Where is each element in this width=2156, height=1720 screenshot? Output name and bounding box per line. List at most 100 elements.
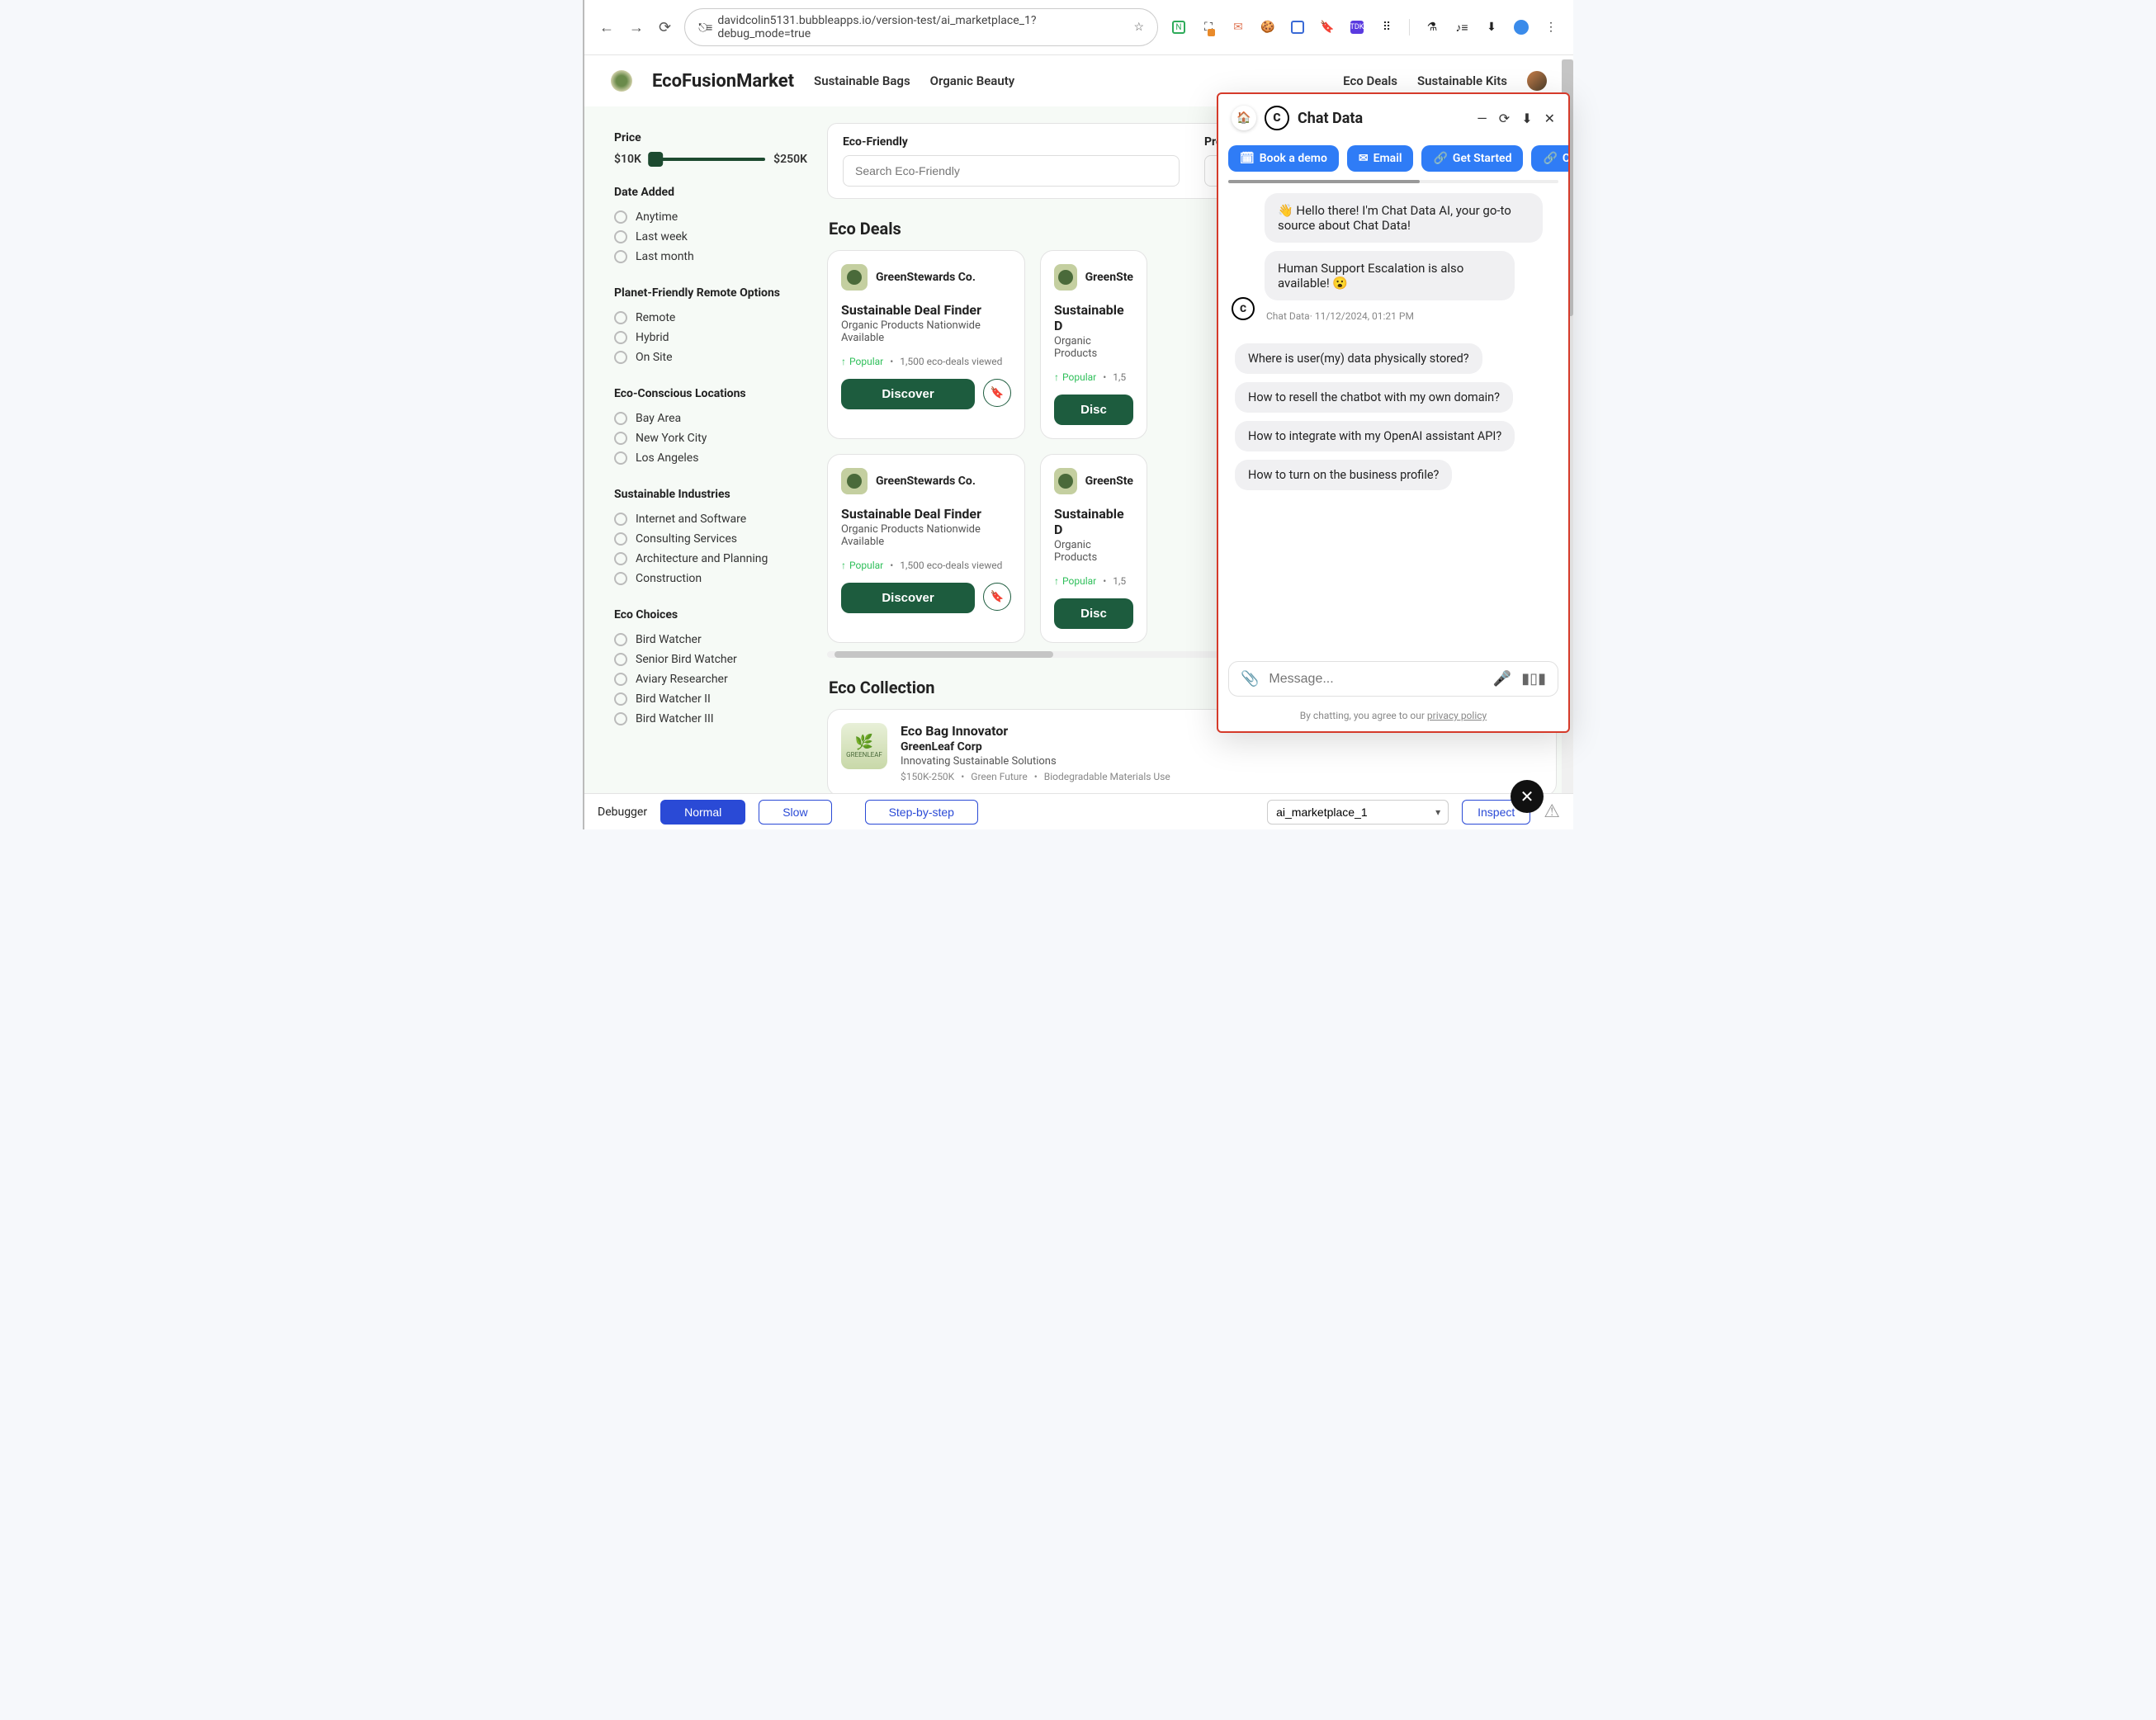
loc-radio[interactable]: New York City bbox=[614, 428, 807, 448]
bot-message: 👋 Hello there! I'm Chat Data AI, your go… bbox=[1265, 193, 1543, 243]
ext-icon-2[interactable]: ⛶ bbox=[1201, 20, 1216, 35]
suggestion-button[interactable]: Where is user(my) data physically stored… bbox=[1235, 343, 1482, 374]
choice-radio[interactable]: Bird Watcher II bbox=[614, 689, 807, 709]
price-slider[interactable] bbox=[650, 158, 765, 161]
nav-eco-deals[interactable]: Eco Deals bbox=[1343, 73, 1397, 88]
nav-organic-beauty[interactable]: Organic Beauty bbox=[930, 73, 1015, 88]
debugger-bar: Debugger Normal Slow Step-by-step ai_mar… bbox=[584, 793, 1573, 829]
discover-button[interactable]: Disc bbox=[1054, 598, 1133, 629]
nav-sustainable-kits[interactable]: Sustainable Kits bbox=[1417, 73, 1507, 88]
date-radio[interactable]: Anytime bbox=[614, 207, 807, 227]
warning-icon[interactable]: ⚠ bbox=[1544, 801, 1560, 822]
ext-icon-5[interactable] bbox=[1290, 20, 1305, 35]
kebab-menu-icon[interactable]: ⋮ bbox=[1544, 20, 1558, 35]
ext-icon-3[interactable]: ✉ bbox=[1231, 20, 1246, 35]
chat-home-icon[interactable]: 🏠 bbox=[1232, 106, 1256, 130]
deal-card: GreenSte Sustainable D Organic Products … bbox=[1040, 454, 1147, 643]
bookmark-icon: 🔖 bbox=[991, 386, 1005, 399]
extensions-puzzle-icon[interactable]: ⠿ bbox=[1379, 20, 1394, 35]
date-radio[interactable]: Last week bbox=[614, 227, 807, 247]
ext-icon-1[interactable]: N bbox=[1171, 20, 1186, 35]
profile-avatar-icon[interactable] bbox=[1514, 20, 1529, 35]
bookmark-button[interactable]: 🔖 bbox=[983, 583, 1011, 611]
ind-radio[interactable]: Consulting Services bbox=[614, 529, 807, 549]
debugger-page-select[interactable]: ai_marketplace_1 bbox=[1267, 800, 1449, 825]
deal-views: 1,500 eco-deals viewed bbox=[900, 356, 1002, 367]
debugger-step-button[interactable]: Step-by-step bbox=[865, 800, 978, 825]
collection-desc: Innovating Sustainable Solutions bbox=[901, 755, 1170, 768]
url-bar[interactable]: ⎋≡ davidcolin5131.bubbleapps.io/version-… bbox=[684, 8, 1158, 46]
date-radio[interactable]: Last month bbox=[614, 247, 807, 267]
company-logo-icon bbox=[1054, 264, 1077, 291]
user-avatar-icon[interactable] bbox=[1527, 71, 1547, 91]
deal-subtitle: Organic Products Nationwide Available bbox=[841, 319, 1011, 344]
download-icon[interactable]: ⬇ bbox=[1484, 20, 1499, 35]
reload-icon[interactable]: ⟳ bbox=[659, 19, 671, 36]
chip-book-demo[interactable]: 🗓Book a demo bbox=[1228, 145, 1339, 172]
chat-close-fab[interactable]: ✕ bbox=[1511, 780, 1544, 813]
link-icon: 🔗 bbox=[1543, 152, 1557, 165]
playlist-icon[interactable]: ♪≡ bbox=[1454, 20, 1469, 35]
filter-locations-title: Eco-Conscious Locations bbox=[614, 387, 807, 400]
choice-radio[interactable]: Bird Watcher III bbox=[614, 709, 807, 729]
message-timestamp: Chat Data· 11/12/2024, 01:21 PM bbox=[1266, 310, 1555, 322]
site-settings-icon[interactable]: ⎋≡ bbox=[698, 21, 711, 35]
privacy-policy-link[interactable]: privacy policy bbox=[1427, 710, 1487, 721]
company-logo-icon bbox=[841, 264, 868, 291]
download-chat-icon[interactable]: ⬇ bbox=[1521, 111, 1532, 126]
arrow-up-icon: ↑ bbox=[841, 356, 846, 367]
browser-toolbar: ← → ⟳ ⎋≡ davidcolin5131.bubbleapps.io/ve… bbox=[584, 0, 1573, 55]
deal-title: Sustainable Deal Finder bbox=[841, 302, 1011, 318]
suggestion-button[interactable]: How to turn on the business profile? bbox=[1235, 460, 1452, 490]
nav-sustainable-bags[interactable]: Sustainable Bags bbox=[814, 73, 910, 88]
debugger-mode-normal[interactable]: Normal bbox=[660, 800, 745, 825]
choice-radio[interactable]: Senior Bird Watcher bbox=[614, 650, 807, 669]
ind-radio[interactable]: Internet and Software bbox=[614, 509, 807, 529]
chat-footer: By chatting, you agree to our privacy po… bbox=[1218, 705, 1568, 731]
deal-title: Sustainable D bbox=[1054, 302, 1133, 333]
deal-title: Sustainable D bbox=[1054, 506, 1133, 537]
ind-radio[interactable]: Construction bbox=[614, 569, 807, 588]
loc-radio[interactable]: Bay Area bbox=[614, 409, 807, 428]
loc-radio[interactable]: Los Angeles bbox=[614, 448, 807, 468]
bookmark-button[interactable]: 🔖 bbox=[983, 379, 1011, 407]
arrow-up-icon: ↑ bbox=[1054, 371, 1059, 383]
refresh-icon[interactable]: ⟳ bbox=[1499, 111, 1510, 126]
chip-get-started[interactable]: 🔗Get Started bbox=[1421, 145, 1523, 172]
labs-icon[interactable]: ⚗ bbox=[1425, 20, 1440, 35]
back-icon[interactable]: ← bbox=[599, 19, 614, 36]
chip-email[interactable]: ✉Email bbox=[1347, 145, 1414, 172]
bot-message: Human Support Escalation is also availab… bbox=[1265, 251, 1515, 300]
ext-icon-7[interactable]: TDK bbox=[1350, 20, 1364, 35]
bookmark-star-icon[interactable]: ☆ bbox=[1133, 21, 1144, 34]
chip-chatbot[interactable]: 🔗Chatbot C bbox=[1531, 145, 1568, 172]
choice-radio[interactable]: Aviary Researcher bbox=[614, 669, 807, 689]
deal-card: GreenSte Sustainable D Organic Products … bbox=[1040, 250, 1147, 439]
popular-badge: ↑Popular bbox=[841, 560, 883, 571]
remote-radio[interactable]: On Site bbox=[614, 347, 807, 367]
mail-icon: ✉ bbox=[1359, 152, 1369, 165]
attachment-icon[interactable]: 📎 bbox=[1241, 670, 1259, 688]
suggestion-button[interactable]: How to resell the chatbot with my own do… bbox=[1235, 382, 1513, 413]
discover-button[interactable]: Discover bbox=[841, 379, 975, 409]
chat-message-input[interactable] bbox=[1269, 672, 1482, 687]
ind-radio[interactable]: Architecture and Planning bbox=[614, 549, 807, 569]
search-eco-input[interactable] bbox=[843, 155, 1180, 187]
microphone-icon[interactable]: 🎤 bbox=[1493, 670, 1511, 688]
arrow-up-icon: ↑ bbox=[1054, 575, 1059, 587]
discover-button[interactable]: Discover bbox=[841, 583, 975, 613]
suggestion-button[interactable]: How to integrate with my OpenAI assistan… bbox=[1235, 421, 1515, 451]
deal-company: GreenSte bbox=[1085, 475, 1133, 488]
remote-radio[interactable]: Hybrid bbox=[614, 328, 807, 347]
chips-scrollbar[interactable] bbox=[1228, 180, 1558, 183]
choice-radio[interactable]: Bird Watcher bbox=[614, 630, 807, 650]
discover-button[interactable]: Disc bbox=[1054, 395, 1133, 425]
forward-icon[interactable]: → bbox=[629, 19, 644, 36]
debugger-mode-slow[interactable]: Slow bbox=[759, 800, 831, 825]
minimize-icon[interactable]: — bbox=[1477, 111, 1487, 126]
ext-icon-6[interactable]: 🔖 bbox=[1320, 20, 1335, 35]
ext-icon-4[interactable]: 🍪 bbox=[1260, 20, 1275, 35]
close-icon[interactable]: ✕ bbox=[1544, 111, 1555, 126]
remote-radio[interactable]: Remote bbox=[614, 308, 807, 328]
audio-wave-icon[interactable]: ▮▯▮ bbox=[1521, 670, 1546, 688]
